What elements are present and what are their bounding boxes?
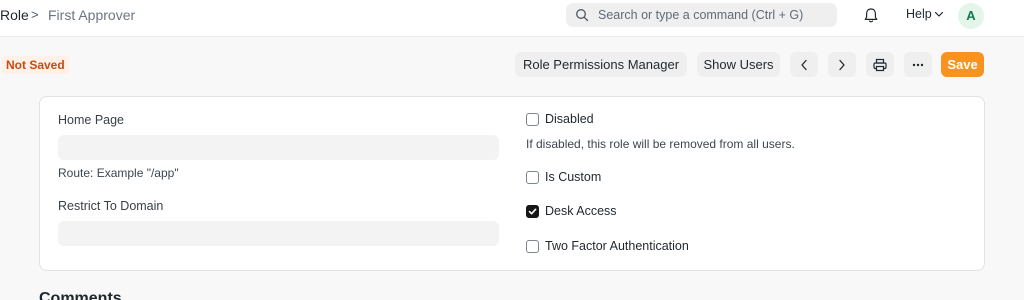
restrict-to-domain-field[interactable]	[58, 221, 499, 246]
printer-icon	[873, 58, 887, 71]
desk-access-checkbox[interactable]	[526, 205, 539, 218]
is-custom-label[interactable]: Is Custom	[545, 170, 601, 184]
restrict-to-domain-label: Restrict To Domain	[58, 199, 164, 213]
chevron-left-icon	[801, 59, 807, 70]
home-page-label: Home Page	[58, 113, 125, 127]
help-menu[interactable]: Help	[906, 7, 932, 21]
is-custom-checkbox[interactable]	[526, 171, 539, 184]
search-icon	[576, 9, 589, 22]
more-icon	[912, 63, 924, 66]
previous-button[interactable]	[790, 52, 818, 77]
print-button[interactable]	[866, 52, 894, 77]
breadcrumb-separator: >	[31, 7, 39, 22]
status-badge: Not Saved	[2, 56, 69, 74]
desk-access-label[interactable]: Desk Access	[545, 204, 617, 218]
two-factor-authentication-checkbox[interactable]	[526, 240, 539, 253]
home-page-description: Route: Example "/app"	[58, 166, 179, 180]
next-button[interactable]	[828, 52, 856, 77]
comments-heading: Comments	[39, 290, 122, 300]
show-users-button[interactable]: Show Users	[697, 52, 780, 77]
bell-icon[interactable]	[863, 7, 879, 24]
breadcrumb-current[interactable]: First Approver	[48, 7, 135, 23]
disabled-description: If disabled, this role will be removed f…	[526, 137, 795, 151]
chevron-right-icon	[839, 59, 845, 70]
check-icon	[528, 208, 537, 215]
save-button[interactable]: Save	[941, 52, 984, 77]
role-form-card: Home Page Route: Example "/app" Restrict…	[39, 96, 985, 271]
search-bar[interactable]: Search or type a command (Ctrl + G)	[566, 3, 837, 27]
avatar[interactable]: A	[958, 3, 984, 29]
chevron-down-icon[interactable]	[934, 11, 944, 18]
role-permissions-manager-button[interactable]: Role Permissions Manager	[515, 52, 687, 77]
more-actions-button[interactable]	[904, 52, 932, 77]
disabled-checkbox[interactable]	[526, 113, 539, 126]
disabled-label[interactable]: Disabled	[545, 112, 594, 126]
home-page-field[interactable]	[58, 135, 499, 160]
two-factor-authentication-label[interactable]: Two Factor Authentication	[545, 239, 689, 253]
search-input[interactable]: Search or type a command (Ctrl + G)	[598, 8, 803, 22]
navbar: Role > First Approver Search or type a c…	[0, 0, 1024, 37]
breadcrumb-role[interactable]: Role	[0, 7, 29, 23]
